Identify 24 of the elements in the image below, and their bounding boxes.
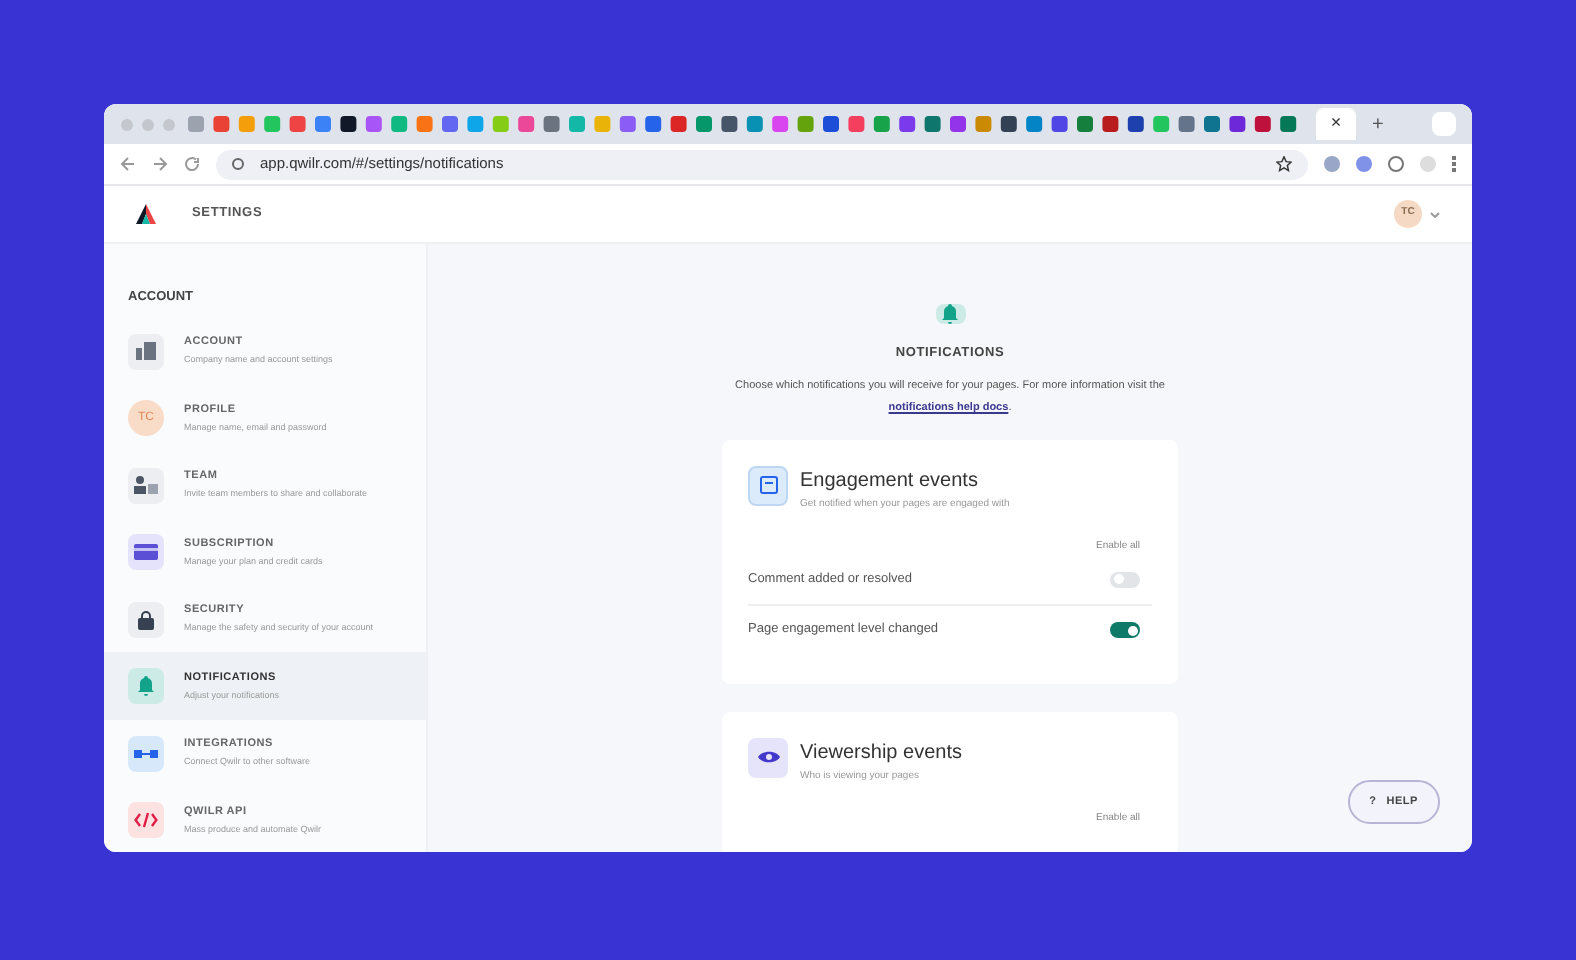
code-icon bbox=[128, 802, 164, 838]
back-icon[interactable] bbox=[120, 156, 136, 172]
eye-icon bbox=[748, 737, 788, 778]
card-icon bbox=[128, 534, 164, 570]
message-icon bbox=[748, 465, 788, 506]
caret-icon[interactable] bbox=[1430, 211, 1440, 217]
logo-icon bbox=[136, 204, 156, 224]
bell-icon bbox=[935, 304, 965, 324]
team-icon bbox=[128, 467, 164, 503]
building-icon bbox=[128, 333, 164, 369]
star-icon[interactable] bbox=[1276, 156, 1292, 172]
toggle-switch[interactable] bbox=[1110, 622, 1140, 639]
bell-icon bbox=[128, 668, 164, 704]
forward-icon[interactable] bbox=[152, 156, 168, 172]
card-title: Engagement events bbox=[800, 467, 980, 496]
reload-icon[interactable] bbox=[184, 156, 200, 172]
new-tab-button[interactable]: + bbox=[1364, 109, 1392, 139]
active-tab[interactable]: × bbox=[1316, 108, 1356, 140]
plug-icon bbox=[128, 735, 164, 771]
toggle-switch[interactable] bbox=[1110, 571, 1140, 588]
card-title: Viewership events bbox=[800, 739, 962, 768]
window-controls-icon bbox=[120, 117, 180, 131]
site-settings-icon[interactable] bbox=[232, 158, 244, 170]
lock-icon bbox=[128, 601, 164, 637]
